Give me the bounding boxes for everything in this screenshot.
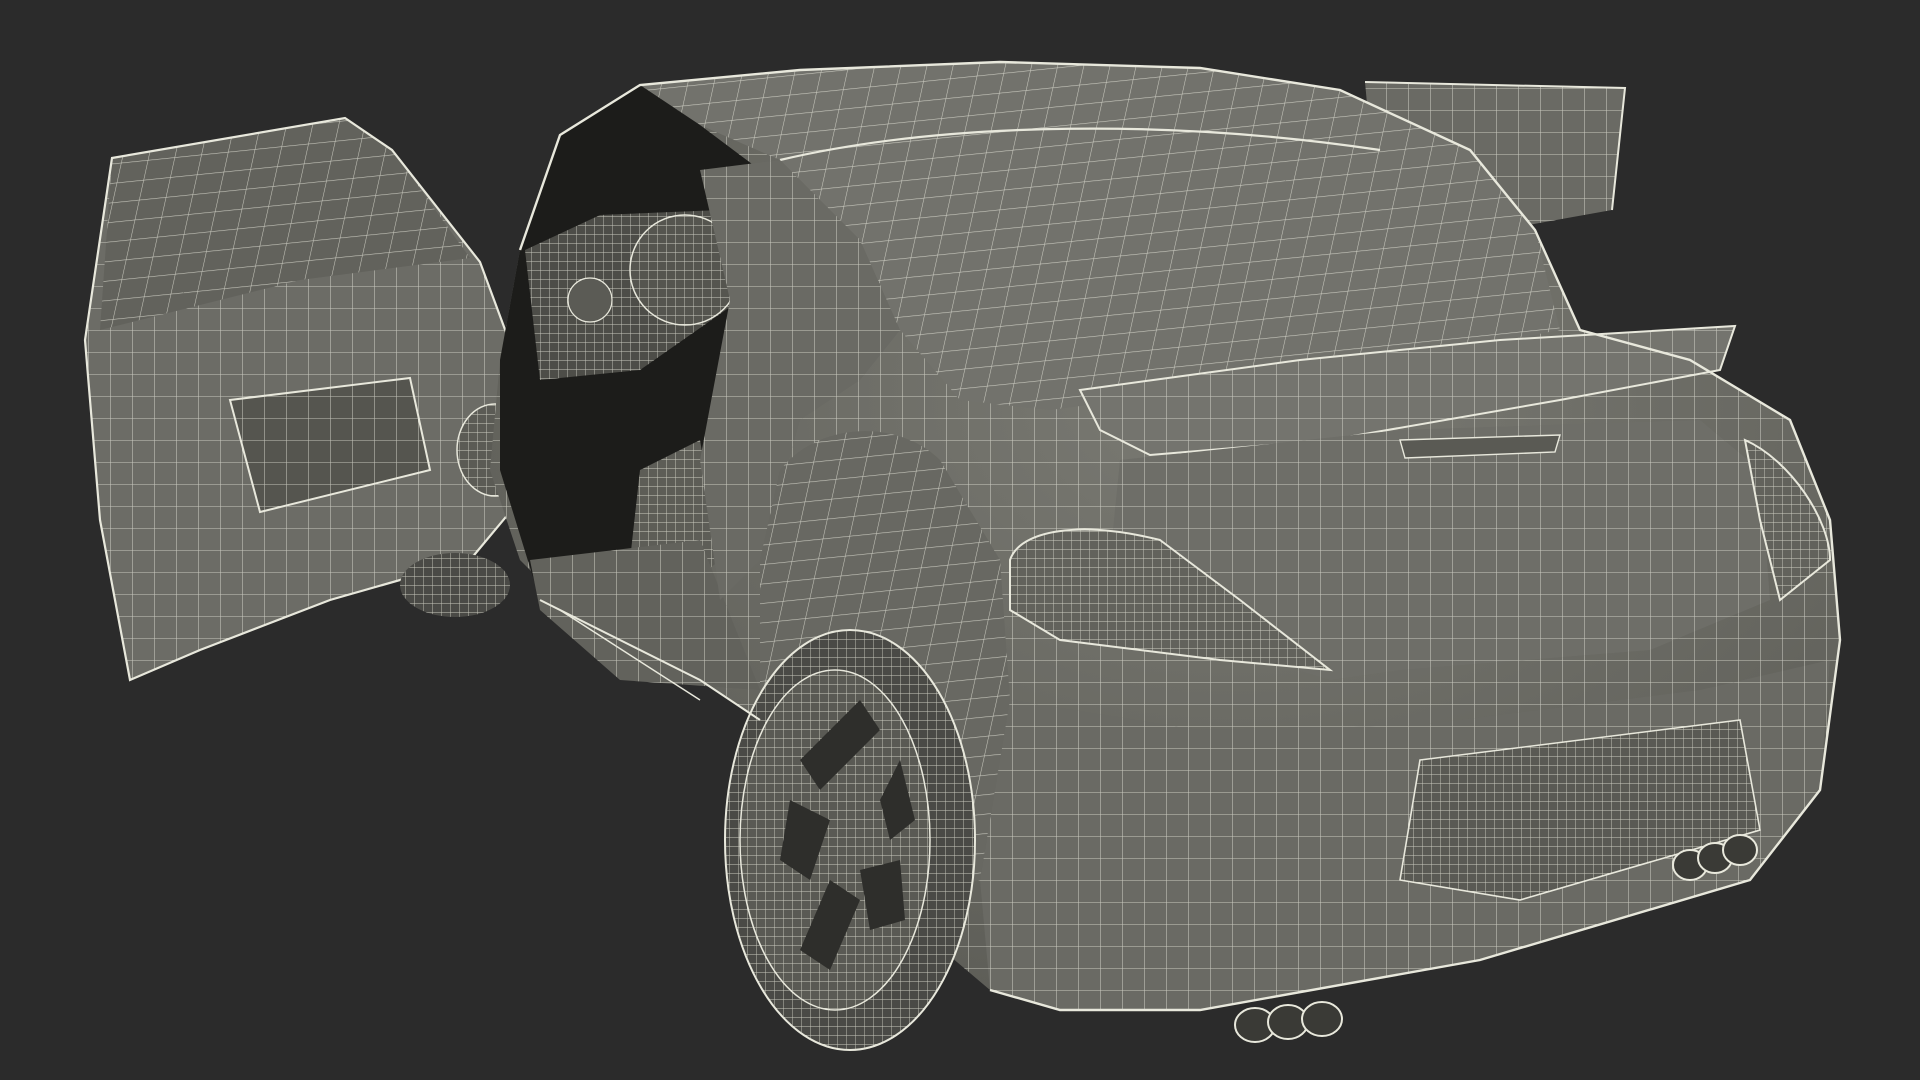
- front-wheel: [400, 553, 510, 617]
- rear-wheel: [724, 629, 976, 1051]
- viewport: [0, 0, 1920, 1080]
- wireframe-car-render: [83, 60, 1842, 1051]
